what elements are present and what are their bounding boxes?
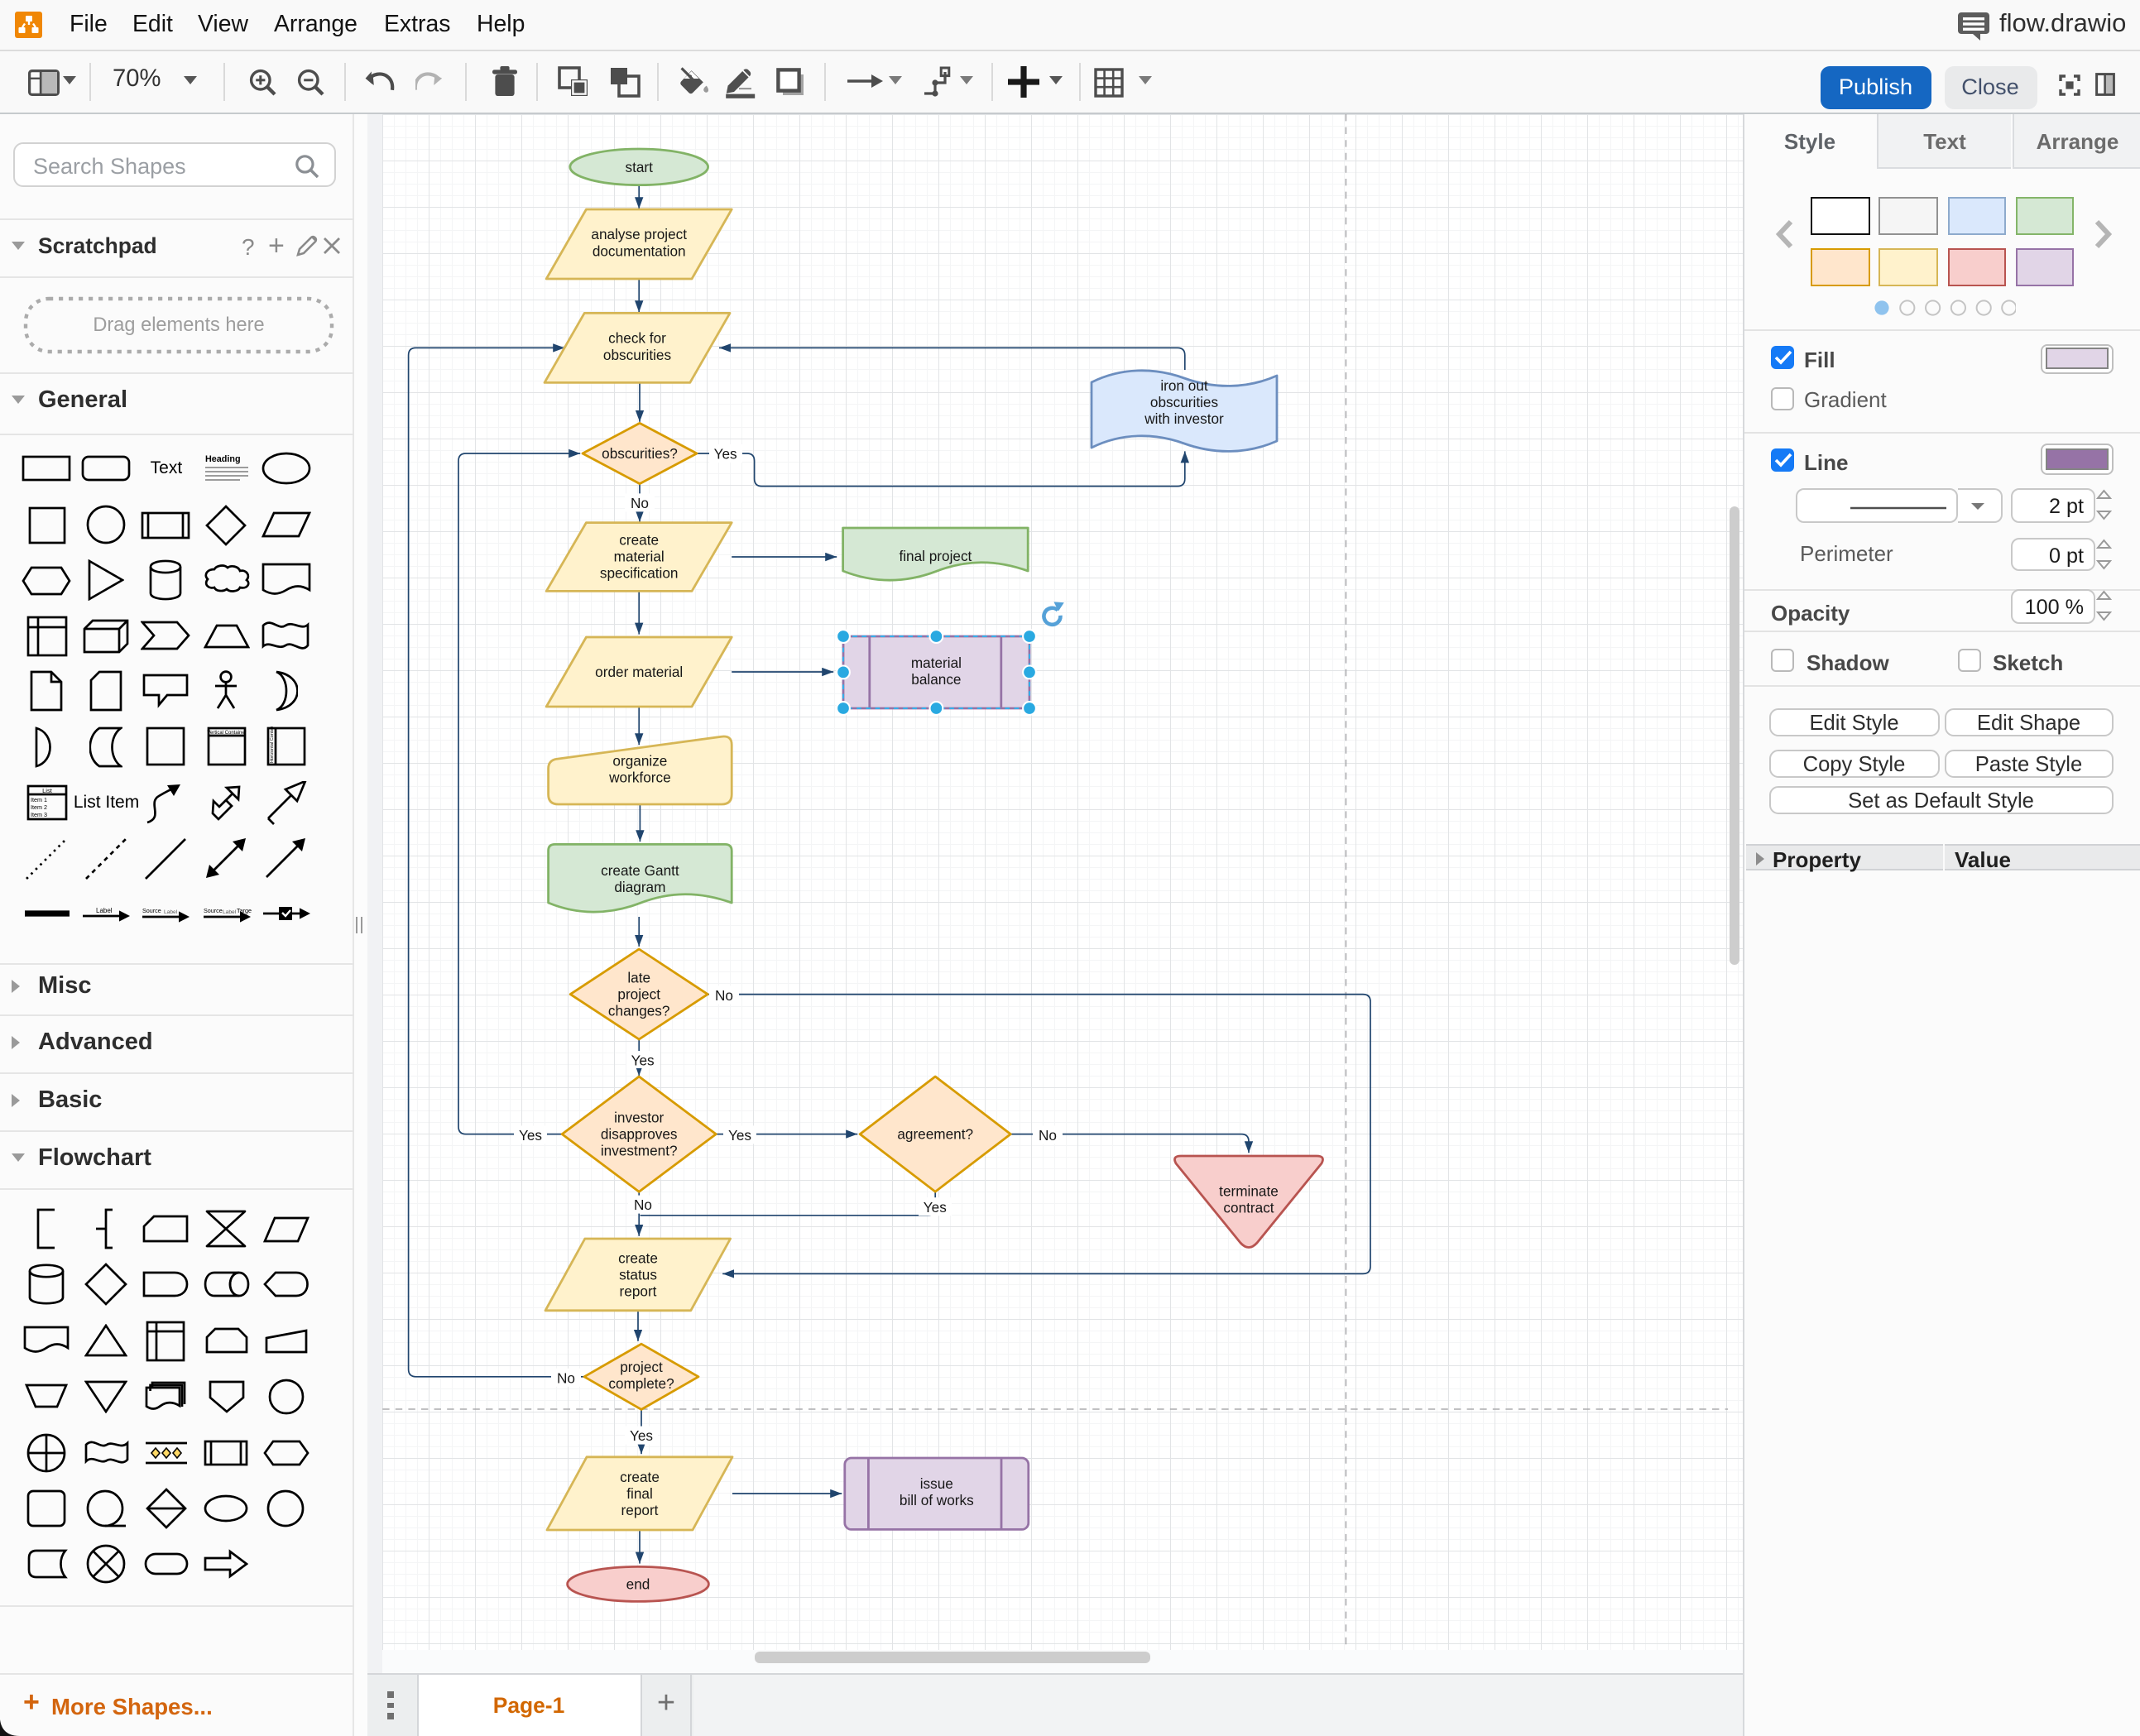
svg-text:Target: Target — [236, 907, 251, 914]
svg-text:Source: Source — [143, 907, 162, 914]
svg-text:Yes: Yes — [727, 1126, 751, 1143]
svg-text:order material: order material — [594, 663, 682, 679]
svg-text:createstatusreport: create status report — [617, 1249, 657, 1298]
svg-text:materialbalance: material balance — [910, 654, 961, 687]
svg-text:Yes: Yes — [631, 1052, 654, 1068]
svg-text:Yes: Yes — [713, 445, 737, 462]
svg-text:No: No — [556, 1369, 574, 1385]
svg-text:Yes: Yes — [629, 1427, 652, 1443]
svg-text:Label: Label — [222, 909, 236, 915]
svg-text:obscurities?: obscurities? — [601, 444, 677, 461]
svg-text:Heading: Heading — [204, 455, 240, 465]
svg-text:Item 1: Item 1 — [30, 796, 46, 803]
svg-text:Label: Label — [165, 909, 179, 915]
svg-text:Yes: Yes — [923, 1198, 946, 1215]
svg-text:terminatecontract: terminate contract — [1218, 1182, 1278, 1216]
svg-text:Horizontal Contain: Horizontal Contain — [270, 727, 275, 764]
svg-text:Source: Source — [203, 907, 222, 914]
svg-text:Label: Label — [97, 907, 113, 914]
svg-text:end: end — [626, 1575, 650, 1591]
svg-text:List: List — [41, 787, 52, 794]
svg-text:No: No — [1038, 1126, 1056, 1143]
svg-text:Vertical Container: Vertical Container — [207, 731, 246, 736]
svg-text:Yes: Yes — [518, 1126, 541, 1143]
svg-text:agreement?: agreement? — [896, 1125, 972, 1142]
svg-text:organizeworkforce: organize workforce — [607, 752, 670, 785]
svg-text:final project: final project — [898, 547, 971, 563]
svg-text:No: No — [633, 1196, 651, 1212]
svg-text:Item 3: Item 3 — [30, 811, 46, 818]
svg-text:No: No — [714, 986, 732, 1003]
svg-text:No: No — [630, 494, 648, 511]
svg-text:Item 2: Item 2 — [30, 803, 46, 811]
svg-text:start: start — [624, 158, 652, 175]
svg-text:check forobscurities: check for obscurities — [602, 328, 670, 362]
svg-text:analyse projectdocumentation: analyse project documentation — [590, 225, 686, 258]
